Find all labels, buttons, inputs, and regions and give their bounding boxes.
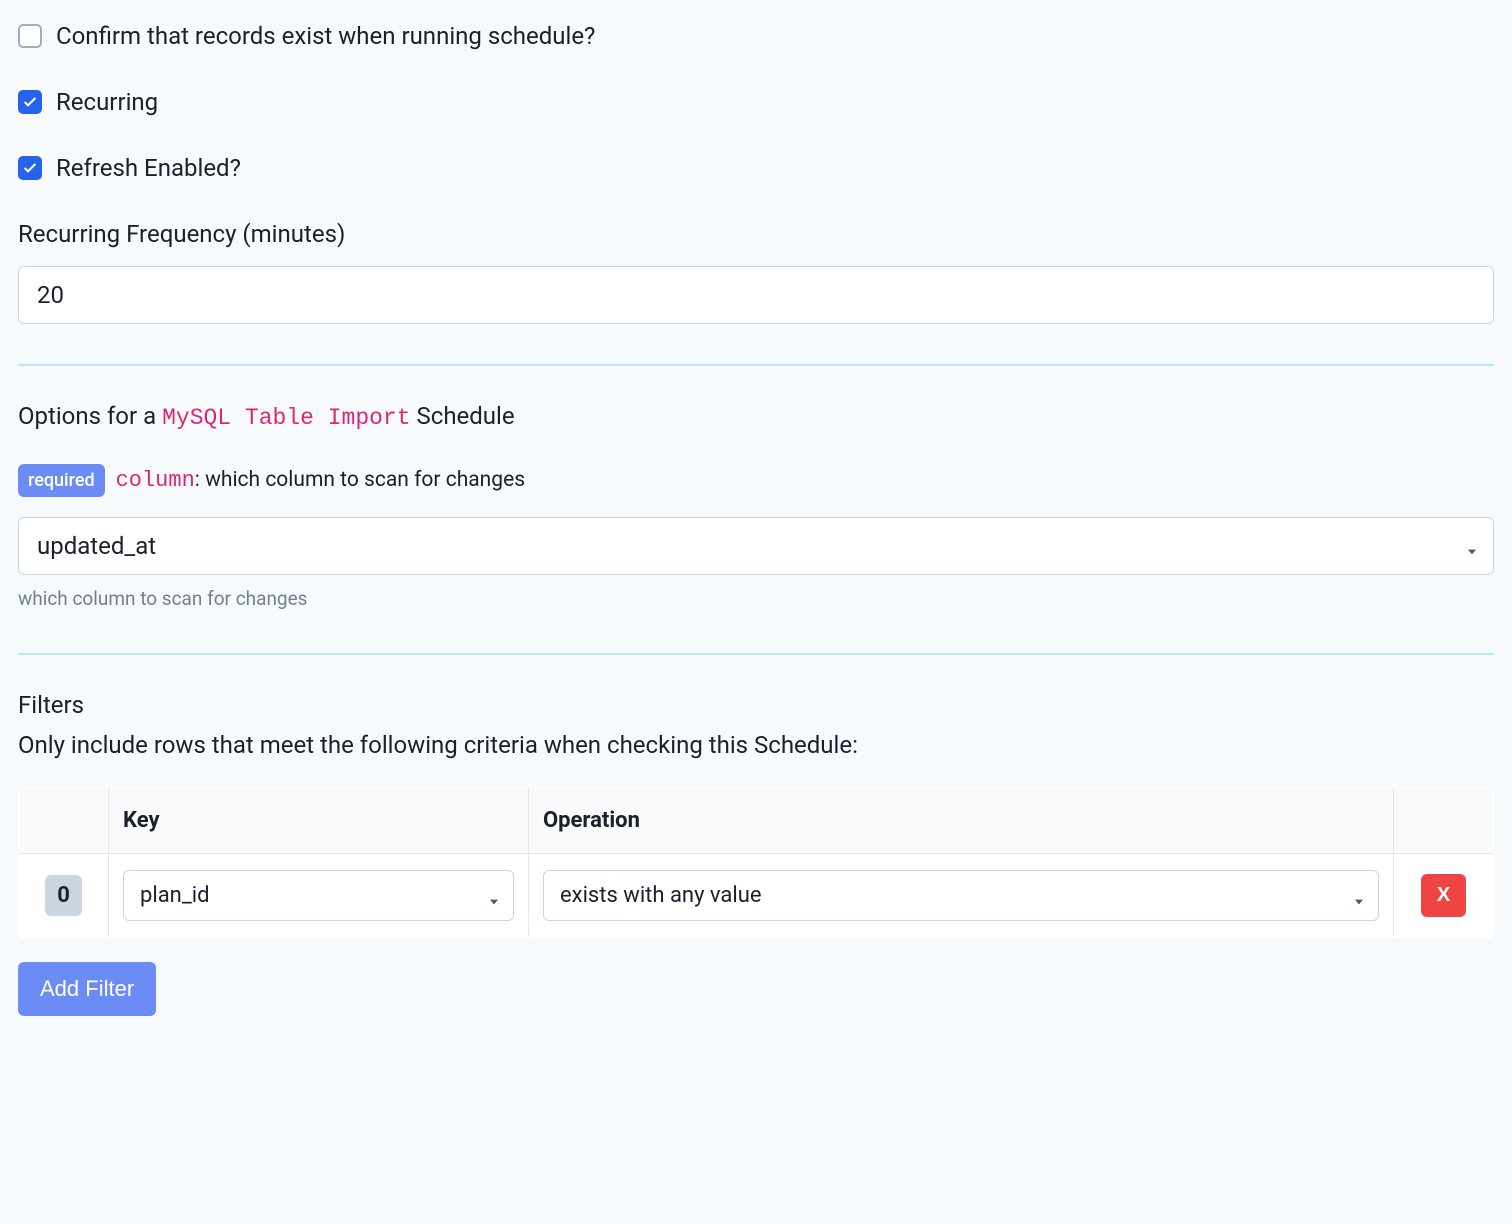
delete-filter-button[interactable]: X bbox=[1421, 874, 1466, 917]
refresh-enabled-label: Refresh Enabled? bbox=[56, 150, 241, 186]
column-desc: : which column to scan for changes bbox=[195, 468, 525, 492]
row-index-badge: 0 bbox=[45, 875, 82, 916]
index-header bbox=[19, 788, 109, 854]
filters-table: Key Operation 0 plan_id bbox=[18, 787, 1494, 938]
recurring-frequency-input[interactable] bbox=[18, 266, 1494, 324]
options-prefix: Options for a bbox=[18, 402, 162, 430]
options-suffix: Schedule bbox=[411, 402, 515, 430]
divider bbox=[18, 653, 1494, 655]
refresh-enabled-checkbox[interactable] bbox=[18, 156, 42, 180]
recurring-frequency-label: Recurring Frequency (minutes) bbox=[18, 216, 1494, 252]
key-header: Key bbox=[109, 788, 529, 854]
column-option-row: required column: which column to scan fo… bbox=[18, 464, 1494, 497]
confirm-records-checkbox[interactable] bbox=[18, 24, 42, 48]
filter-operation-select[interactable]: exists with any value bbox=[543, 870, 1379, 921]
column-code: column bbox=[116, 468, 195, 493]
action-header bbox=[1394, 788, 1494, 854]
column-select[interactable]: updated_at bbox=[18, 517, 1494, 575]
required-badge: required bbox=[18, 464, 105, 497]
table-row: 0 plan_id exists with any value bbox=[19, 854, 1494, 938]
divider bbox=[18, 364, 1494, 366]
operation-header: Operation bbox=[529, 788, 1394, 854]
filters-desc: Only include rows that meet the followin… bbox=[18, 727, 1494, 763]
recurring-label: Recurring bbox=[56, 84, 158, 120]
check-icon bbox=[22, 160, 38, 176]
confirm-records-label: Confirm that records exist when running … bbox=[56, 18, 595, 54]
options-heading: Options for a MySQL Table Import Schedul… bbox=[18, 398, 1494, 436]
options-code: MySQL Table Import bbox=[162, 405, 410, 431]
recurring-checkbox[interactable] bbox=[18, 90, 42, 114]
filters-title: Filters bbox=[18, 687, 1494, 723]
filter-key-select[interactable]: plan_id bbox=[123, 870, 514, 921]
column-help-text: which column to scan for changes bbox=[18, 585, 1494, 614]
check-icon bbox=[22, 94, 38, 110]
add-filter-button[interactable]: Add Filter bbox=[18, 962, 156, 1016]
